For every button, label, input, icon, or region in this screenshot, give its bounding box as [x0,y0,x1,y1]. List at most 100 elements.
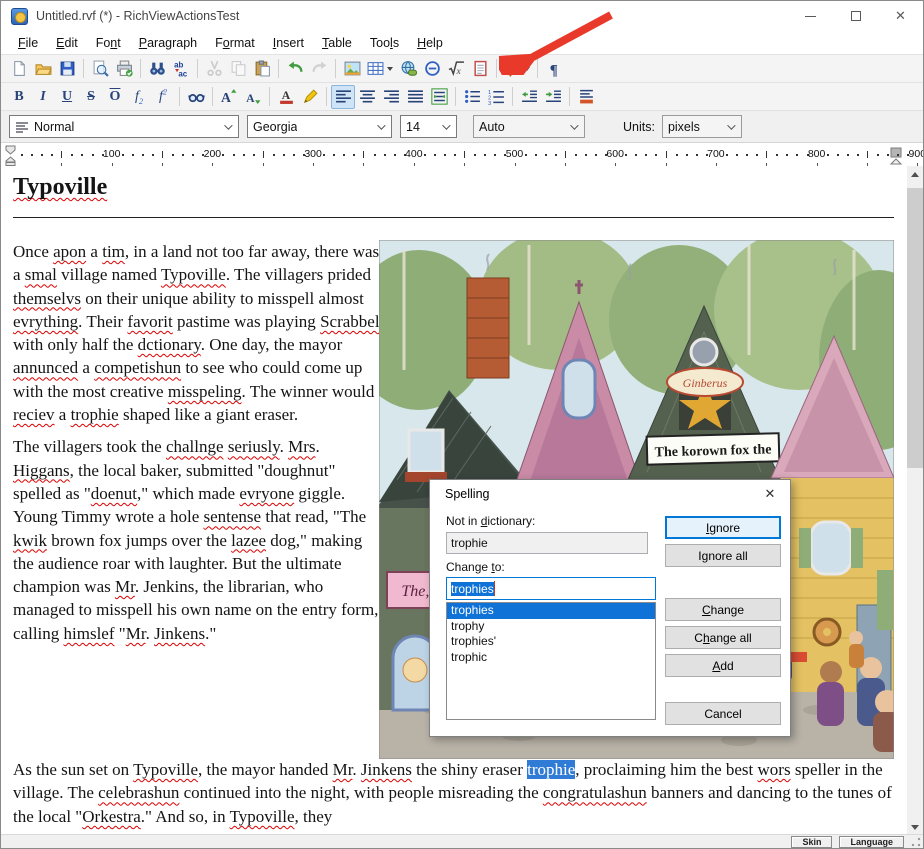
ignore-button[interactable]: Ignore [665,516,781,539]
change-to-label: Change to: [446,560,505,574]
font-color-button[interactable]: A [274,85,298,109]
italic-button[interactable]: I [31,85,55,109]
readability-glasses-button[interactable] [184,85,208,109]
skin-button[interactable]: Skin [791,836,832,848]
superscript-button[interactable]: f2 [151,85,175,109]
change-all-button[interactable]: Change all [665,626,781,649]
ruler-label: 800 [808,148,826,160]
left-indent-marker[interactable] [5,145,17,166]
not-in-dictionary-field[interactable]: trophie [446,532,648,554]
redo-button[interactable] [307,57,331,81]
align-center-button[interactable] [355,85,379,109]
add-button[interactable]: Add [665,654,781,677]
align-justify-icon [407,88,424,105]
ruler-label: 500 [506,148,524,160]
cut-button[interactable] [202,57,226,81]
suggestions-listbox[interactable]: trophiestrophytrophies'trophic [446,602,656,720]
insert-symbol-button[interactable] [420,57,444,81]
menu-tools[interactable]: Tools [361,33,408,53]
minimize-button[interactable] [788,1,833,31]
grow-font-button[interactable]: A [217,85,241,109]
language-button[interactable]: Language [839,836,904,848]
open-file-button[interactable] [31,57,55,81]
change-to-input[interactable]: trophies [446,577,656,600]
save-file-button[interactable] [55,57,79,81]
toolbar-separator [179,87,180,106]
toolbar-separator [278,59,279,78]
underline-button[interactable]: U [55,85,79,109]
close-icon: ✕ [765,486,776,502]
formatting-marks-button[interactable]: ¶ [542,57,566,81]
suggestion-item[interactable]: trophy [447,619,655,635]
decrease-indent-button[interactable] [517,85,541,109]
text-highlight-button[interactable] [298,85,322,109]
story-paragraph: The villagers took the challnge seriusly… [13,435,383,645]
svg-text:ab: ab [174,60,183,69]
numbered-list-button[interactable]: 123 [484,85,508,109]
units-combo[interactable]: pixels [662,115,742,138]
scroll-up-button[interactable] [907,166,923,183]
insert-equation-button[interactable]: x [444,57,468,81]
menu-edit[interactable]: Edit [47,33,87,53]
ignore-all-button[interactable]: Ignore all [665,544,781,567]
menu-help[interactable]: Help [408,33,452,53]
close-button[interactable]: ✕ [878,1,923,31]
undo-button[interactable] [283,57,307,81]
strikethrough-button[interactable]: S [79,85,103,109]
align-full-justify-button[interactable] [427,85,451,109]
maximize-icon [851,11,861,21]
shrink-font-button[interactable]: A [241,85,265,109]
cancel-button[interactable]: Cancel [665,702,781,725]
font-size-value: 14 [406,120,420,134]
replace-button[interactable]: abac [169,57,193,81]
resize-grip[interactable] [911,837,921,847]
paragraph-color-button[interactable] [574,85,598,109]
bullet-list-button[interactable] [460,85,484,109]
toolbar-separator [197,59,198,78]
spelling-dialog-titlebar[interactable]: Spelling ✕ [430,480,790,508]
replace-icon: abac [173,60,190,77]
status-bar: Skin Language [1,834,923,848]
dialog-close-button[interactable]: ✕ [750,480,790,508]
zoom-combo[interactable]: Auto [473,115,585,138]
insert-picture-button[interactable] [340,57,364,81]
vertical-scrollbar[interactable] [907,166,923,836]
insert-hyperlink-button[interactable] [396,57,420,81]
insert-document-button[interactable] [468,57,492,81]
menu-format[interactable]: Format [206,33,264,53]
change-button[interactable]: Change [665,598,781,621]
copy-button[interactable] [226,57,250,81]
font-combo[interactable]: Georgia [247,115,392,138]
menu-file[interactable]: File [9,33,47,53]
menu-paragraph[interactable]: Paragraph [130,33,206,53]
align-justify-button[interactable] [403,85,427,109]
find-button[interactable] [145,57,169,81]
menu-insert[interactable]: Insert [264,33,313,53]
align-left-button[interactable] [331,85,355,109]
subscript-button[interactable]: f2 [127,85,151,109]
insert-equation-icon: x [448,60,465,77]
spell-check-button[interactable]: AB [501,57,533,81]
overline-button[interactable]: O [103,85,127,109]
units-value: pixels [668,120,700,134]
font-size-combo[interactable]: 14 [400,115,457,138]
scroll-thumb[interactable] [907,188,923,468]
paste-button[interactable] [250,57,274,81]
new-document-button[interactable] [7,57,31,81]
align-right-button[interactable] [379,85,403,109]
increase-indent-button[interactable] [541,85,565,109]
right-indent-marker[interactable] [889,147,903,166]
menu-table[interactable]: Table [313,33,361,53]
print-preview-button[interactable] [88,57,112,81]
maximize-button[interactable] [833,1,878,31]
insert-table-button[interactable] [364,57,396,81]
print-button[interactable] [112,57,136,81]
suggestion-item[interactable]: trophies [447,603,655,619]
style-combo[interactable]: Normal [9,115,239,138]
suggestion-item[interactable]: trophies' [447,634,655,650]
shrink-font-icon: A [245,88,262,105]
menu-font[interactable]: Font [87,33,130,53]
font-value: Georgia [253,120,297,134]
suggestion-item[interactable]: trophic [447,650,655,666]
bold-button[interactable]: B [7,85,31,109]
